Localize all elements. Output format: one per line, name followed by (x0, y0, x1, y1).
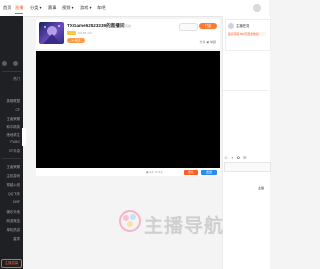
follow-pill-button[interactable]: + 关注 (67, 38, 85, 43)
sidebar-item[interactable]: 穿越火线 (6, 182, 20, 187)
chat-panel (222, 16, 270, 269)
gear-icon[interactable] (13, 61, 18, 66)
nav-category[interactable]: 分类 ▾ (30, 5, 42, 11)
sidebar-item[interactable]: 和平精英 (6, 124, 20, 129)
sidebar-collapse-handle[interactable] (22, 128, 26, 146)
sidebar-divider (2, 71, 21, 72)
watermark-text: 主播导航 (144, 216, 225, 237)
player-stats: ◉ 0人 ⊙ 0人 (146, 170, 163, 174)
room-header: TXGame52523239的直播间 网游竞技 0.0 ♥1 ⊙0 + 关注 订… (36, 19, 220, 49)
streamer-avatar[interactable] (39, 22, 64, 44)
watermark: 主播导航 (118, 207, 223, 237)
sidebar-item[interactable]: CF手游 (9, 148, 20, 153)
nav-live[interactable]: 直播 (15, 5, 24, 14)
sidebar-item[interactable]: 娱乐天地 (6, 209, 20, 214)
avatar-art-icon (43, 25, 61, 44)
room-stats: 0.0 ♥1 ⊙0 (78, 30, 92, 35)
task-title[interactable]: 主播任务 (236, 23, 250, 28)
sidebar-item[interactable]: 绝地求生 (6, 132, 20, 137)
sidebar-item-recruit[interactable]: 主播招募 (1, 259, 22, 268)
player-bottom-bar: ◉ 0人 ⊙ 0人 送礼 发送 (36, 168, 220, 176)
sidebar-item[interactable]: DNF (13, 200, 20, 204)
nav-car[interactable]: 车吧 (97, 5, 105, 11)
nav-games[interactable]: 游戏 ▾ (80, 5, 92, 11)
watermark-logo-icon (119, 210, 141, 232)
sidebar-item[interactable]: 王者荣耀 (6, 116, 20, 121)
room-search-input[interactable] (179, 23, 198, 31)
send-button[interactable]: 发送 (201, 169, 217, 175)
video-player[interactable] (36, 51, 220, 168)
header-actions[interactable]: 分享 ▣ 举报 (199, 40, 216, 44)
sidebar-divider (2, 158, 21, 159)
sidebar-item[interactable]: 英雄联盟 (6, 98, 20, 103)
category-sidebar: 热门 英雄联盟 CF 王者荣耀 和平精英 绝地求生 PUBG CF手游 王者荣耀… (0, 16, 23, 269)
sidebar-item[interactable]: 王者荣耀 (6, 164, 20, 169)
gift-button[interactable]: 送礼 (184, 169, 198, 175)
task-card: 主播任务 最高可得 500元现金收益 (225, 19, 271, 51)
chat-input[interactable] (224, 162, 271, 172)
room-category[interactable]: 网游竞技 (119, 24, 131, 28)
shield-icon (2, 61, 7, 66)
room-title: TXGame52523239的直播间 (67, 23, 125, 28)
nav-video[interactable]: 视频 ▾ (62, 5, 74, 11)
sidebar-item[interactable]: 热门 (13, 76, 20, 81)
sidebar-item[interactable]: 网游竞技 (6, 218, 20, 223)
sidebar-item[interactable]: 单机热游 (6, 227, 20, 232)
sidebar-item[interactable]: QQ飞车 (8, 191, 20, 196)
user-avatar[interactable] (253, 4, 261, 12)
task-avatar (228, 23, 234, 29)
nav-events[interactable]: 赛事 (48, 5, 56, 11)
level-badge (67, 31, 76, 35)
chat-divider (223, 90, 269, 91)
chat-toolbar-icons[interactable]: ☺ ◐ ✿ ✉ (224, 155, 248, 160)
top-navigation-bar: 首页 直播 分类 ▾ 赛事 视频 ▾ 游戏 ▾ 车吧 (0, 0, 269, 17)
sidebar-item[interactable]: 主机游戏 (6, 173, 20, 178)
sidebar-item[interactable]: CF (15, 108, 20, 112)
sidebar-item[interactable]: PUBG (10, 140, 20, 144)
task-promo[interactable]: 最高可得 500元现金收益 (228, 32, 266, 36)
subscribe-button[interactable]: 订阅 (199, 23, 217, 29)
nav-home[interactable]: 首页 (3, 5, 11, 11)
panel-footer-label: 主播 (258, 186, 265, 190)
sidebar-item[interactable]: 星秀 (13, 236, 20, 241)
